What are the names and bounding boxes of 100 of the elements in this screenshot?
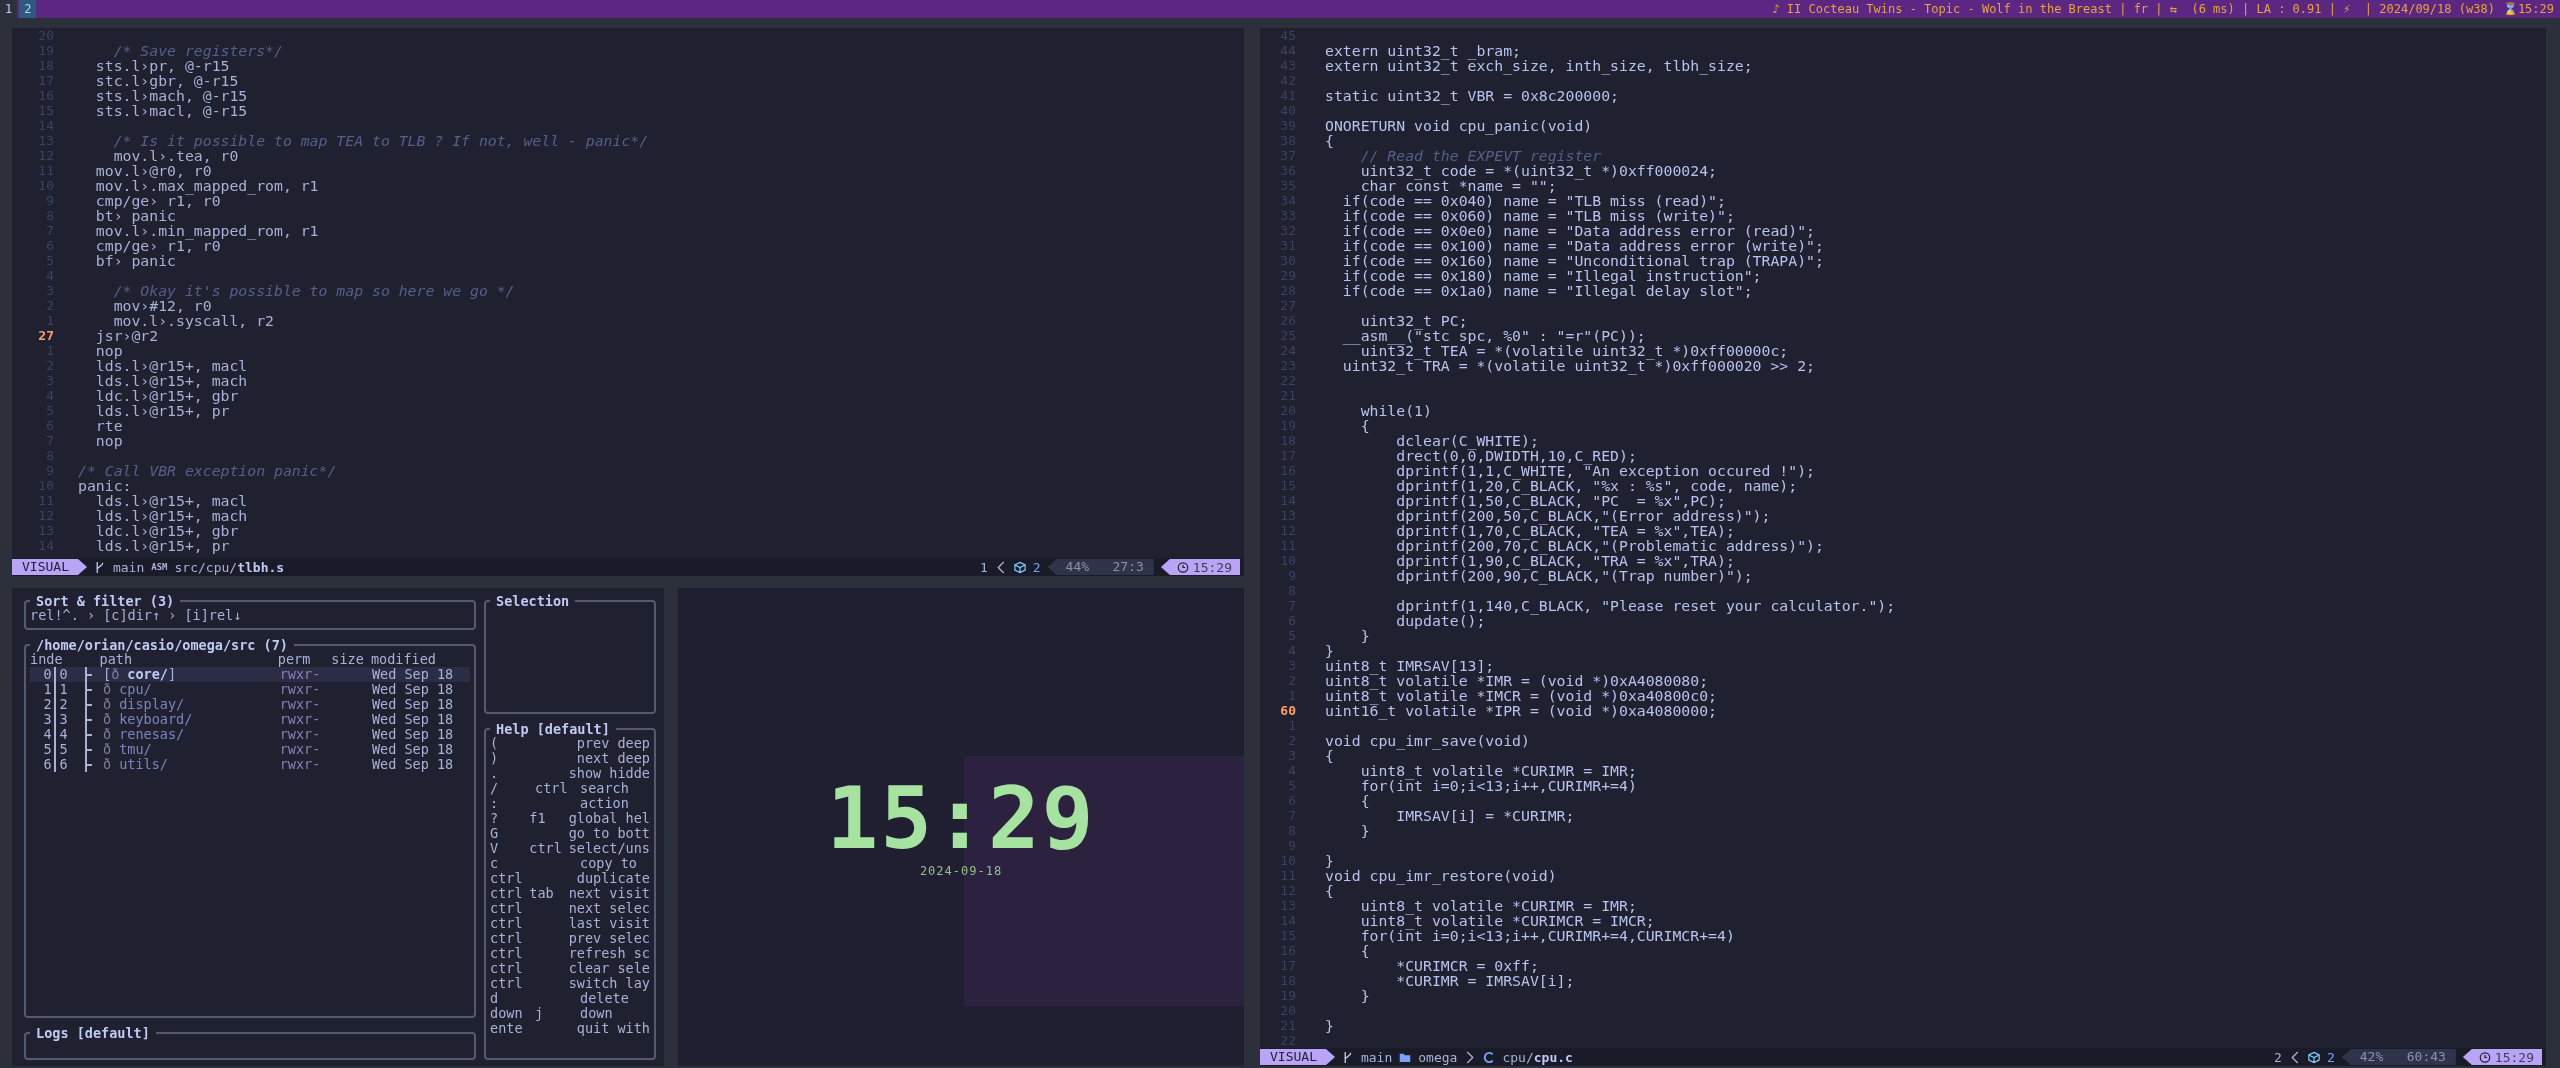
code-line: if(code == 0x100) name = "Data address error (write)"; bbox=[1341, 238, 1824, 253]
modified-date: Wed Sep 18 bbox=[371, 742, 455, 757]
folder-icon: ð bbox=[103, 742, 112, 757]
code-line: } bbox=[1359, 628, 1370, 643]
code-line: mov.l›.max_mapped_rom, r1 bbox=[94, 178, 319, 193]
branch-name: main bbox=[112, 559, 145, 575]
code-line: mov›#12, r0 bbox=[112, 298, 212, 313]
code-line: if(code == 0x040) name = "TLB miss (read)"; bbox=[1341, 193, 1726, 208]
shortcut-action: global hel bbox=[568, 811, 650, 826]
code-line: } bbox=[1325, 853, 1334, 868]
folder-icon: ð bbox=[103, 682, 112, 697]
shortcut-modifier: j bbox=[535, 1005, 544, 1021]
shortcut-action: next visit bbox=[568, 886, 650, 901]
shortcut-action: next deep bbox=[576, 751, 650, 766]
shortcut-key: c bbox=[490, 856, 535, 871]
panel-title: Logs [default] bbox=[35, 1026, 151, 1040]
code-line: dupdate(); bbox=[1395, 613, 1486, 628]
code-line: { bbox=[1325, 133, 1334, 148]
row-index: 1 bbox=[30, 682, 56, 697]
code-line: /* Is it possible to map TEA to TLB ? If not, well - panic*/ bbox=[112, 133, 649, 148]
code-line: lds.l›@r15+, pr bbox=[94, 403, 230, 418]
permissions: rwxr- bbox=[279, 697, 322, 712]
file-row[interactable]: 0 0 [ð core/] rwxr- Wed Sep 18 bbox=[30, 667, 470, 682]
code-line: { bbox=[1359, 418, 1370, 433]
shortcut-key: ctrl bbox=[490, 946, 530, 961]
code-line: { bbox=[1359, 793, 1370, 808]
folder-icon: ð bbox=[103, 697, 112, 712]
code-line: ONORETURN void cpu_panic(void) bbox=[1325, 118, 1593, 133]
file-row[interactable]: 2 2 ð display/ rwxr- Wed Sep 18 bbox=[30, 697, 470, 712]
workspace-tab[interactable]: 1 bbox=[0, 0, 18, 18]
code-line: uint8_t volatile *IMR = (void *)0xA4080080; bbox=[1325, 673, 1709, 688]
time-text: 15:29 bbox=[2494, 1049, 2534, 1065]
file-row[interactable]: 3 3 ð keyboard/ rwxr- Wed Sep 18 bbox=[30, 712, 470, 727]
code-line: dclear(C_WHITE); bbox=[1395, 433, 1539, 448]
code-line: lds.l›@r15+, pr bbox=[94, 538, 230, 553]
panel-title: Sort & filter (3) bbox=[35, 594, 176, 608]
code-line: /* Okay it's possible to map so here we go */ bbox=[112, 283, 515, 298]
folder-name: core/ bbox=[127, 667, 168, 682]
file-path: src/cpu/tlbh.s bbox=[174, 559, 285, 575]
code-line: uint8_t IMRSAV[13]; bbox=[1325, 658, 1495, 673]
shortcut-key: G bbox=[490, 826, 530, 841]
code-line: lds.l›@r15+, macl bbox=[95, 493, 248, 508]
branch-name: main bbox=[1360, 1049, 1393, 1065]
folder-name: utils/ bbox=[119, 757, 168, 772]
folder-icon: ð bbox=[103, 712, 112, 727]
file-path: cpu/cpu.c bbox=[1502, 1049, 1573, 1065]
buffer-number: 1 bbox=[979, 559, 988, 575]
file-row[interactable]: 4 4 ð renesas/ rwxr- Wed Sep 18 bbox=[30, 727, 470, 742]
cube-icon bbox=[2307, 1050, 2320, 1064]
chevron-left-icon bbox=[2288, 1050, 2301, 1064]
code-line: uint8_t volatile *CURIMR = IMR; bbox=[1359, 763, 1637, 778]
relative-index: 0 bbox=[58, 667, 69, 682]
shortcut-action: go to bott bbox=[568, 826, 650, 841]
code-line: uint8_t volatile *CURIMCR = IMCR; bbox=[1359, 913, 1655, 928]
relative-index: 3 bbox=[58, 712, 69, 727]
position-segment: 44% 27:3 bbox=[1047, 559, 1154, 575]
relative-index: 5 bbox=[58, 742, 69, 757]
file-row[interactable]: 5 5 ð tmu/ rwxr- Wed Sep 18 bbox=[30, 742, 470, 757]
code-line: if(code == 0x060) name = "TLB miss (write)"; bbox=[1341, 208, 1735, 223]
folder-name: cpu/ bbox=[119, 682, 152, 697]
column-header: perm bbox=[277, 652, 312, 667]
code-line: while(1) bbox=[1359, 403, 1432, 418]
shortcut-action: search bbox=[580, 781, 630, 796]
modified-date: Wed Sep 18 bbox=[371, 727, 455, 742]
panel-title: /home/orian/casio/omega/src (7) bbox=[36, 638, 289, 652]
row-index: 3 bbox=[30, 712, 56, 727]
shortcut-action: clear sele bbox=[568, 961, 650, 976]
folder-icon: ð bbox=[103, 757, 112, 772]
shortcut-key: ctrl bbox=[490, 886, 530, 901]
shortcut-key: down bbox=[490, 1006, 535, 1021]
bracket: [ bbox=[103, 667, 112, 682]
permissions: rwxr- bbox=[279, 727, 322, 742]
code-line: } bbox=[1359, 988, 1370, 1003]
shortcut-action: duplicate bbox=[576, 871, 650, 886]
clock-icon bbox=[1176, 560, 1189, 574]
folder-name: keyboard/ bbox=[119, 712, 193, 727]
code-line: for(int i=0;i<13;i++,CURIMR+=4) bbox=[1359, 778, 1637, 793]
code-line: *CURIMCR = 0xff; bbox=[1395, 958, 1539, 973]
code-line: ldc.l›@r15+, gbr bbox=[94, 388, 239, 403]
file-row[interactable]: 6 6 ð utils/ rwxr- Wed Sep 18 bbox=[30, 757, 470, 772]
shortcut-key: ctrl bbox=[490, 916, 530, 931]
workspace-tab[interactable]: 2 bbox=[19, 0, 37, 18]
file-row[interactable]: 1 1 ð cpu/ rwxr- Wed Sep 18 bbox=[30, 682, 470, 697]
code-line: } bbox=[1325, 643, 1334, 658]
folder-icon: ð bbox=[103, 727, 112, 742]
modified-date: Wed Sep 18 bbox=[371, 712, 455, 727]
shortcut-modifier: ctrl bbox=[529, 840, 562, 856]
mode-indicator: VISUAL bbox=[12, 559, 87, 575]
modified-date: Wed Sep 18 bbox=[371, 757, 455, 772]
column-header: inde bbox=[30, 652, 63, 667]
permissions: rwxr- bbox=[279, 757, 322, 772]
code-line: void cpu_imr_save(void) bbox=[1325, 733, 1530, 748]
shortcut-key: d bbox=[490, 991, 535, 1006]
code-line: /* Call VBR exception panic*/ bbox=[78, 463, 337, 478]
row-index: 4 bbox=[30, 727, 56, 742]
panel-title: Selection bbox=[495, 594, 571, 608]
permissions: rwxr- bbox=[279, 712, 322, 727]
code-line: rte bbox=[94, 418, 123, 433]
modified-date: Wed Sep 18 bbox=[371, 667, 455, 682]
buffer-number: 2 bbox=[2274, 1049, 2282, 1065]
